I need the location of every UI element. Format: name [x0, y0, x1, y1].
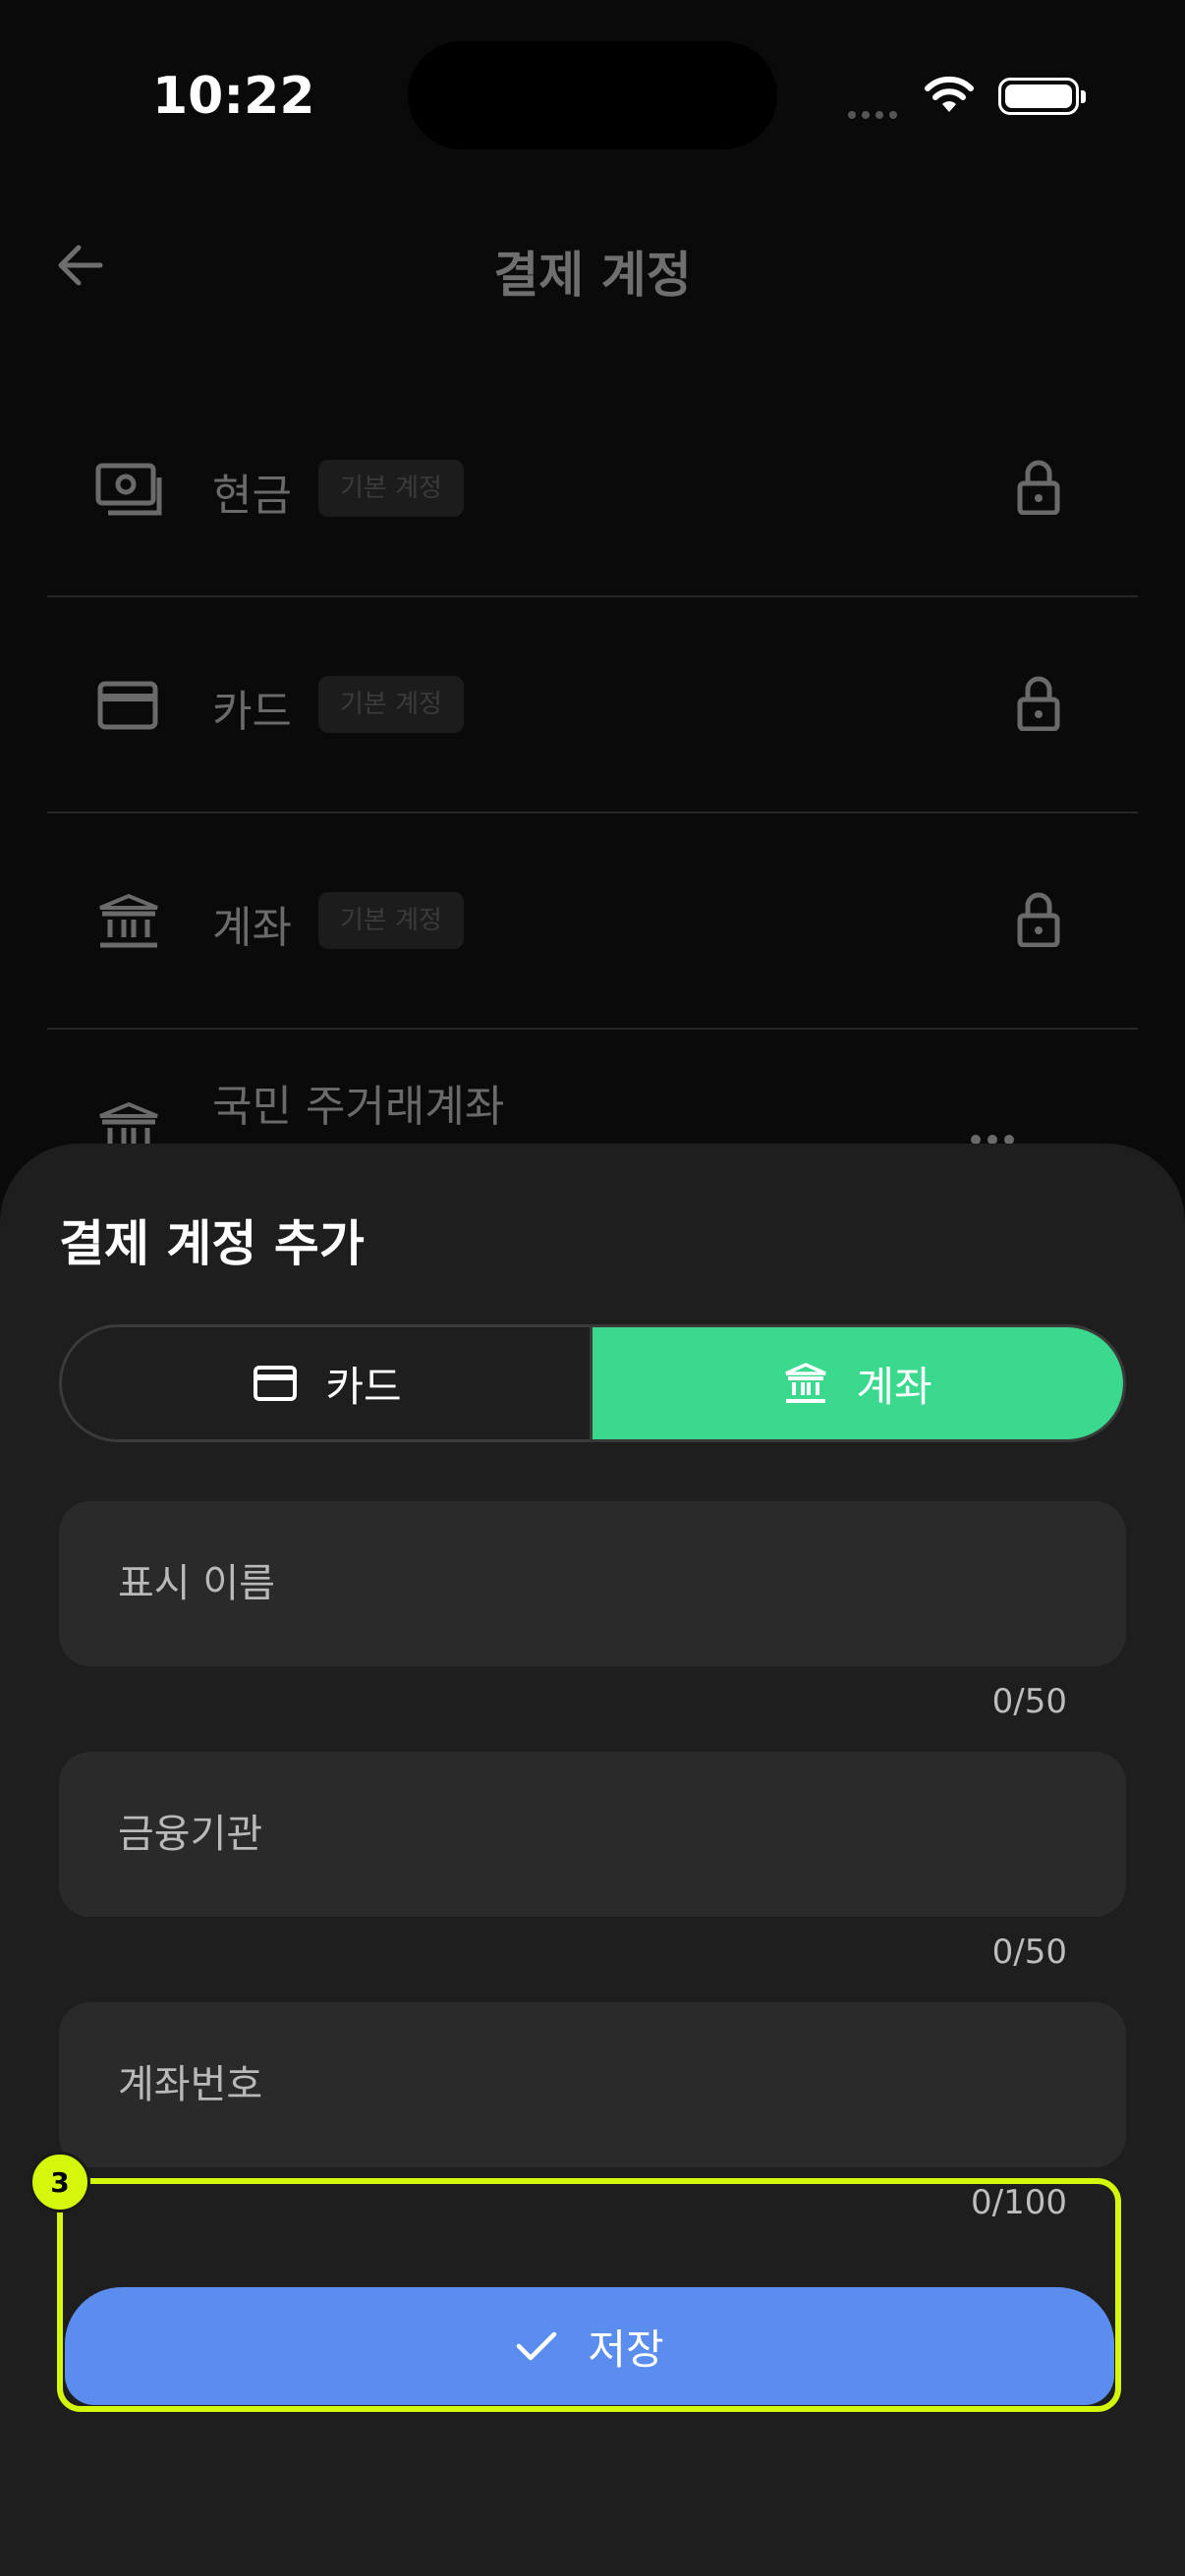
- dynamic-island: [408, 41, 777, 149]
- account-name: 계좌: [212, 903, 292, 953]
- status-time: 10:22: [152, 67, 315, 126]
- institution-counter: 0/50: [991, 1932, 1067, 1972]
- display-name-input[interactable]: [59, 1501, 1126, 1666]
- account-number-input[interactable]: [59, 2002, 1126, 2167]
- card-icon: [97, 681, 158, 730]
- bank-icon: [99, 893, 158, 948]
- page-title: 결제 계정: [493, 247, 692, 304]
- signal-icon: [848, 104, 903, 123]
- account-type-segment: 카드 계좌: [59, 1324, 1126, 1442]
- highlight-frame: [57, 2178, 1121, 2412]
- lock-icon: [1017, 892, 1060, 947]
- tab-card[interactable]: 카드: [62, 1327, 592, 1439]
- default-badge: 기본 계정: [318, 460, 464, 517]
- nav-bar: 결제 계정: [0, 206, 1185, 324]
- highlight-badge: 3: [29, 2152, 90, 2212]
- account-name: 현금: [212, 471, 292, 521]
- account-name: 카드: [212, 687, 292, 737]
- cash-icon: [95, 463, 162, 516]
- lock-icon: [1017, 460, 1060, 515]
- account-row-card[interactable]: 카드 기본 계정: [47, 597, 1138, 813]
- account-number-field[interactable]: [59, 2002, 1126, 2167]
- institution-input[interactable]: [59, 1752, 1126, 1917]
- account-list: 현금 기본 계정 카드 기본 계정 계좌 기본 계정: [47, 381, 1138, 1030]
- account-row-bank[interactable]: 계좌 기본 계정: [47, 813, 1138, 1030]
- institution-field[interactable]: [59, 1752, 1126, 1917]
- account-row-kb[interactable]: 국민 주거래계좌: [47, 1022, 1138, 1146]
- lock-icon: [1017, 676, 1060, 731]
- status-bar: 10:22: [0, 0, 1185, 187]
- battery-icon: [998, 78, 1086, 115]
- wifi-icon: [925, 76, 974, 112]
- display-name-counter: 0/50: [991, 1682, 1067, 1721]
- default-badge: 기본 계정: [318, 892, 464, 949]
- account-name: 국민 주거래계좌: [212, 1082, 505, 1132]
- display-name-field[interactable]: [59, 1501, 1126, 1666]
- default-badge: 기본 계정: [318, 676, 464, 733]
- sheet-title: 결제 계정 추가: [59, 1215, 365, 1272]
- account-row-cash[interactable]: 현금 기본 계정: [47, 381, 1138, 597]
- tab-card-label: 카드: [325, 1362, 402, 1411]
- tab-bank-label: 계좌: [856, 1362, 932, 1411]
- bank-icon: [785, 1363, 827, 1403]
- tab-bank[interactable]: 계좌: [590, 1327, 1123, 1439]
- card-icon: [254, 1366, 298, 1401]
